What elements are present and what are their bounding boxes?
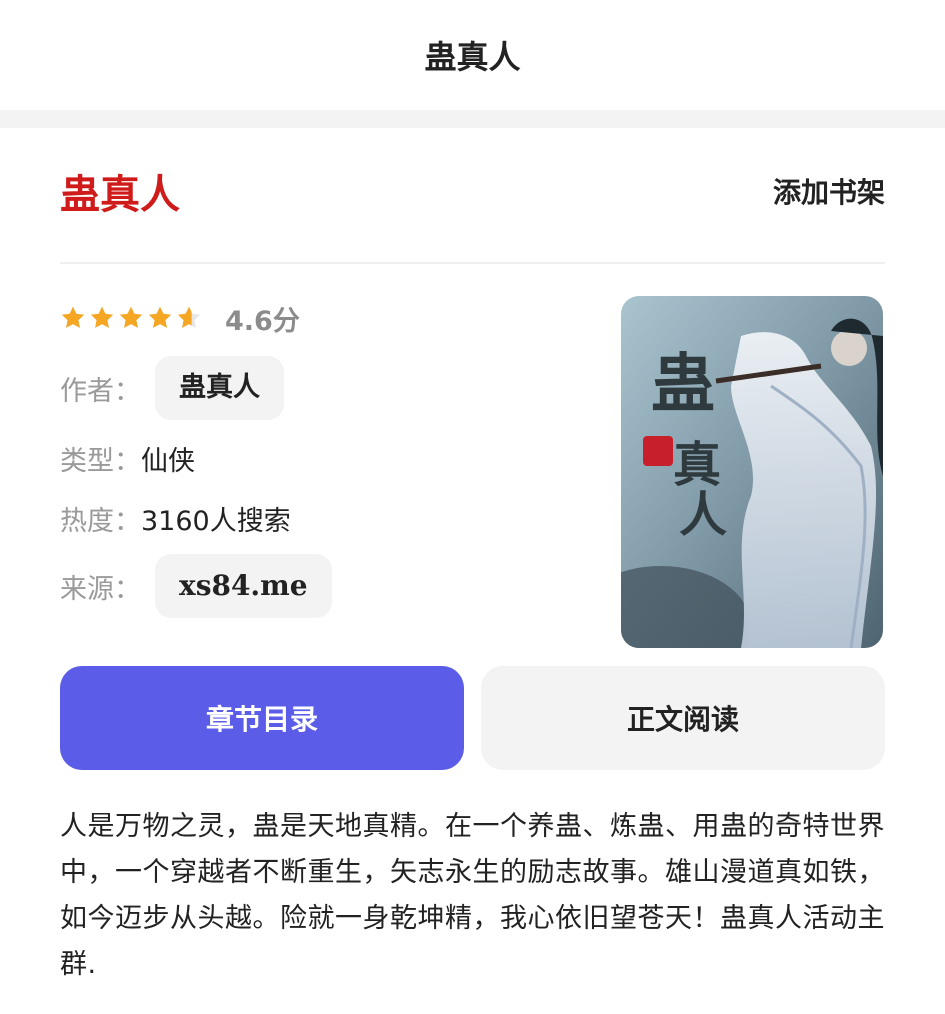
rating-score: 4.6分 — [225, 305, 300, 337]
author-row: 作者： 蛊真人 — [60, 356, 284, 420]
section-divider — [0, 110, 945, 128]
cover-illustration: 蛊 真 人 — [621, 296, 883, 648]
source-label: 来源： — [60, 573, 141, 605]
author-label: 作者： — [60, 375, 141, 407]
book-header: 蛊真人 添加书架 — [60, 128, 885, 264]
rating-stars — [60, 305, 205, 331]
star-icon — [147, 305, 173, 331]
page-title: 蛊真人 — [424, 38, 521, 76]
svg-text:蛊: 蛊 — [651, 347, 715, 422]
star-icon — [176, 305, 202, 331]
heat-value: 3160人搜索 — [141, 505, 291, 537]
source-row: 来源： xs84.me — [60, 554, 332, 618]
star-icon — [89, 305, 115, 331]
svg-text:真: 真 — [673, 437, 721, 493]
star-icon — [118, 305, 144, 331]
start-reading-button[interactable]: 正文阅读 — [481, 666, 885, 770]
book-info: 4.6分 作者： 蛊真人 类型： 仙侠 热度： 3160人搜索 来源： xs84… — [60, 264, 885, 656]
svg-text:人: 人 — [679, 487, 727, 543]
author-link[interactable]: 蛊真人 — [155, 356, 284, 420]
action-buttons: 章节目录 正文阅读 — [60, 666, 885, 770]
genre-row: 类型： 仙侠 — [60, 440, 195, 477]
heat-label: 热度： — [60, 505, 141, 537]
rating: 4.6分 — [60, 300, 300, 337]
book-title: 蛊真人 — [60, 172, 180, 218]
book-cover-image[interactable]: 蛊 真 人 — [621, 296, 883, 648]
source-link[interactable]: xs84.me — [155, 554, 332, 618]
add-to-shelf-button[interactable]: 添加书架 — [773, 171, 885, 211]
heat-row: 热度： 3160人搜索 — [60, 500, 291, 537]
genre-value: 仙侠 — [141, 445, 195, 477]
star-icon — [60, 305, 86, 331]
table-of-contents-button[interactable]: 章节目录 — [60, 666, 464, 770]
book-description: 人是万物之灵，蛊是天地真精。在一个养蛊、炼蛊、用蛊的奇特世界中，一个穿越者不断重… — [60, 811, 885, 980]
genre-label: 类型： — [60, 445, 141, 477]
top-bar: 蛊真人 — [0, 0, 945, 110]
book-card: 蛊真人 添加书架 4.6分 作者： 蛊真人 类型： 仙侠 热度： 3160人搜索… — [0, 128, 945, 988]
